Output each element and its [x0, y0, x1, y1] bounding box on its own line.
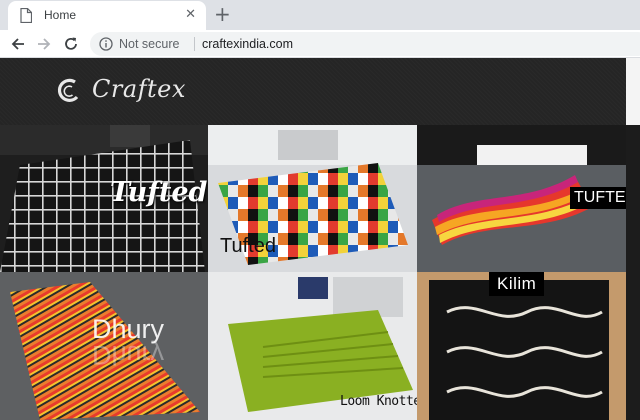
product-tile-loom-knotted[interactable]: Loom Knotted	[208, 272, 417, 420]
product-tile-dhury[interactable]: Dhury Dhury	[0, 272, 208, 420]
address-bar[interactable]: Not secure craftexindia.com	[90, 32, 640, 56]
reload-icon[interactable]	[62, 35, 80, 53]
plus-icon[interactable]: +	[214, 3, 231, 25]
tile-label: Dhury	[92, 314, 165, 344]
close-icon[interactable]: ✕	[185, 7, 196, 23]
forward-arrow-icon[interactable]	[35, 35, 53, 53]
next-slide-edge	[626, 58, 640, 125]
tab-title: Home	[44, 8, 77, 22]
site-logo-text[interactable]: Craftex	[92, 75, 186, 103]
tile-label: Kilim	[489, 272, 545, 296]
url-text[interactable]: craftexindia.com	[202, 37, 293, 51]
tile-label: TUFTED	[570, 187, 626, 209]
tab-strip: Home ✕ +	[0, 0, 640, 30]
back-arrow-icon[interactable]	[9, 35, 27, 53]
divider	[194, 37, 195, 51]
tab-home[interactable]: Home ✕	[8, 1, 206, 30]
browser-toolbar: Not secure craftexindia.com	[0, 30, 640, 58]
info-icon[interactable]	[99, 37, 113, 51]
product-tile-tufted-grid[interactable]: Tufted	[0, 125, 208, 272]
product-tile-kilim[interactable]: Kilim	[417, 272, 626, 420]
tile-label: Tufted	[110, 177, 208, 208]
site-header: Craftex	[0, 58, 626, 125]
product-tile-tufted-wave[interactable]: TUFTED	[417, 125, 626, 272]
tile-label-reflection: Dhury	[92, 340, 165, 370]
craftex-logo-icon[interactable]	[56, 78, 82, 104]
page-icon	[20, 8, 32, 23]
tile-label: Loom Knotted	[340, 394, 417, 409]
next-slide-peek	[626, 58, 640, 420]
security-status[interactable]: Not secure	[119, 37, 179, 51]
product-tile-tufted-patchwork[interactable]: Tufted	[208, 125, 417, 272]
tile-label: Tufted	[220, 235, 276, 257]
